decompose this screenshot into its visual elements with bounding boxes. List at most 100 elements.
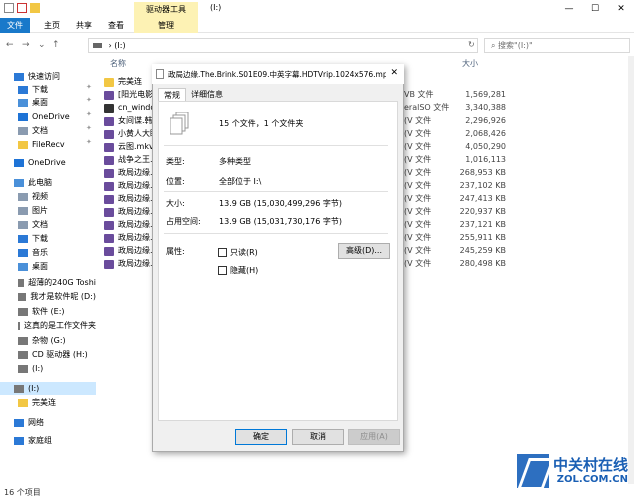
tab-manage[interactable]: 管理 bbox=[134, 18, 198, 33]
sidebar-item-label: 完美连 bbox=[32, 398, 56, 407]
sidebar-item[interactable]: 下载 bbox=[0, 232, 96, 245]
minimize-button[interactable]: — bbox=[556, 0, 582, 18]
title-bar bbox=[0, 0, 634, 18]
file-name: 云图.mkv bbox=[118, 142, 154, 151]
column-header-name[interactable]: 名称 bbox=[110, 58, 126, 69]
sidebar-item-label: 图片 bbox=[32, 206, 48, 215]
address-bar[interactable]: › (I:) bbox=[88, 38, 478, 53]
sidebar-item[interactable]: 桌面 bbox=[0, 96, 96, 109]
sidebar-item-icon bbox=[18, 364, 28, 373]
sidebar-item[interactable]: 网络 bbox=[0, 416, 96, 429]
file-row[interactable]: 云图.mkv bbox=[104, 141, 154, 153]
file-row[interactable]: [阳光电影 bbox=[104, 89, 153, 101]
file-row[interactable]: 政局边缘.T bbox=[104, 232, 157, 244]
maximize-button[interactable]: ☐ bbox=[582, 0, 608, 18]
checkbox-box bbox=[218, 266, 227, 275]
sidebar-item[interactable]: 文档 bbox=[0, 218, 96, 231]
file-row[interactable]: 小黄人大眼 bbox=[104, 128, 158, 140]
recent-dropdown-icon[interactable]: ⌄ bbox=[38, 40, 46, 50]
sidebar-item[interactable]: FileRecv bbox=[0, 138, 96, 151]
file-icon bbox=[104, 116, 114, 126]
readonly-checkbox[interactable]: 只读(R) bbox=[218, 247, 258, 258]
close-button[interactable]: ✕ bbox=[608, 0, 634, 18]
properties-icon[interactable] bbox=[17, 3, 27, 13]
file-type: (V 文件 bbox=[404, 233, 432, 242]
sidebar-item[interactable]: 此电脑 bbox=[0, 176, 96, 189]
sidebar-item[interactable]: 杂物 (G:) bbox=[0, 334, 96, 347]
sidebar-item[interactable]: 我才是软件呢 (D:) bbox=[0, 290, 96, 303]
file-row[interactable]: 战争之王.l bbox=[104, 154, 155, 166]
file-icon bbox=[104, 168, 114, 178]
tab-share[interactable]: 共享 bbox=[68, 18, 100, 33]
sidebar-item[interactable]: OneDrive bbox=[0, 156, 96, 169]
file-icon bbox=[104, 155, 114, 165]
sidebar-item[interactable]: 软件 (E:) bbox=[0, 305, 96, 318]
sidebar-item-icon bbox=[18, 234, 28, 243]
sidebar-item-icon bbox=[18, 140, 28, 149]
file-icon bbox=[104, 142, 114, 152]
file-icon bbox=[104, 181, 114, 191]
apply-button[interactable]: 应用(A) bbox=[348, 429, 400, 445]
sidebar-item-label: 桌面 bbox=[32, 262, 48, 271]
tab-general[interactable]: 常规 bbox=[158, 88, 186, 102]
sidebar-item-label: 家庭组 bbox=[28, 436, 52, 445]
sidebar-item[interactable]: 这真的是工作文件夹 bbox=[0, 319, 96, 332]
sidebar-item[interactable]: 完美连 bbox=[0, 396, 96, 409]
quick-access-toolbar bbox=[4, 3, 40, 13]
multiple-files-icon bbox=[169, 111, 190, 136]
cancel-button[interactable]: 取消 bbox=[292, 429, 344, 445]
hidden-checkbox[interactable]: 隐藏(H) bbox=[218, 265, 258, 276]
sidebar-item[interactable]: 视频 bbox=[0, 190, 96, 203]
advanced-button[interactable]: 高级(D)... bbox=[338, 243, 390, 259]
pin-icon: ✦ bbox=[86, 96, 92, 104]
file-row[interactable]: 完美连 bbox=[104, 76, 142, 88]
divider bbox=[164, 233, 388, 234]
sidebar-item[interactable]: OneDrive bbox=[0, 110, 96, 123]
file-row[interactable]: 政局边缘.T bbox=[104, 219, 157, 231]
save-icon[interactable] bbox=[4, 3, 14, 13]
forward-arrow-icon[interactable]: → bbox=[22, 40, 30, 50]
file-row[interactable]: 政局边缘.T bbox=[104, 167, 157, 179]
file-row[interactable]: 政局边缘.T bbox=[104, 193, 157, 205]
sidebar-item[interactable]: 超薄的240G Toshi bbox=[0, 276, 96, 289]
sidebar-item[interactable]: 快速访问 bbox=[0, 70, 96, 83]
file-row[interactable]: 政局边缘.T bbox=[104, 206, 157, 218]
sidebar-item[interactable]: (I:) bbox=[0, 382, 96, 395]
sidebar-item[interactable]: CD 驱动器 (H:) bbox=[0, 348, 96, 361]
sidebar-item[interactable]: 家庭组 bbox=[0, 434, 96, 447]
file-row[interactable]: 政局边缘.T bbox=[104, 258, 157, 270]
pin-icon: ✦ bbox=[86, 110, 92, 118]
new-folder-icon[interactable] bbox=[30, 3, 40, 13]
sidebar-item-label: 视频 bbox=[32, 192, 48, 201]
refresh-icon[interactable]: ↻ bbox=[468, 40, 475, 49]
sidebar-item[interactable]: 桌面 bbox=[0, 260, 96, 273]
file-icon bbox=[104, 90, 114, 100]
file-row[interactable]: 政局边缘.T bbox=[104, 180, 157, 192]
sidebar-item-icon bbox=[18, 292, 27, 301]
scrollbar[interactable] bbox=[628, 56, 634, 484]
sidebar-item[interactable]: 图片 bbox=[0, 204, 96, 217]
file-row[interactable]: 女间谍.韩 bbox=[104, 115, 153, 127]
file-row[interactable]: 政局边缘.T bbox=[104, 245, 157, 257]
size-on-disk-value: 13.9 GB (15,031,730,176 字节) bbox=[219, 217, 342, 226]
file-size: 1,569,281 bbox=[465, 90, 506, 99]
tab-view[interactable]: 查看 bbox=[100, 18, 132, 33]
tab-file[interactable]: 文件 bbox=[0, 18, 30, 33]
back-arrow-icon[interactable]: ← bbox=[6, 40, 14, 50]
status-bar-count: 16 个项目 bbox=[4, 488, 41, 497]
column-header-size[interactable]: 大小 bbox=[462, 58, 478, 69]
ok-button[interactable]: 确定 bbox=[235, 429, 287, 445]
search-input[interactable]: ⌕ 搜索"(I:)" bbox=[484, 38, 630, 53]
tab-home[interactable]: 主页 bbox=[36, 18, 68, 33]
file-size: 255,911 KB bbox=[459, 233, 506, 242]
file-type: (V 文件 bbox=[404, 207, 432, 216]
sidebar-item[interactable]: 文档 bbox=[0, 124, 96, 137]
up-arrow-icon[interactable]: ↑ bbox=[52, 40, 60, 50]
file-icon bbox=[104, 233, 114, 243]
sidebar-item[interactable]: (I:) bbox=[0, 362, 96, 375]
sidebar-item[interactable]: 音乐 bbox=[0, 246, 96, 259]
sidebar-item-label: 下载 bbox=[32, 234, 48, 243]
sidebar-item[interactable]: 下载 bbox=[0, 83, 96, 96]
tab-details[interactable]: 详细信息 bbox=[186, 88, 228, 102]
dialog-close-button[interactable]: ✕ bbox=[390, 68, 398, 78]
